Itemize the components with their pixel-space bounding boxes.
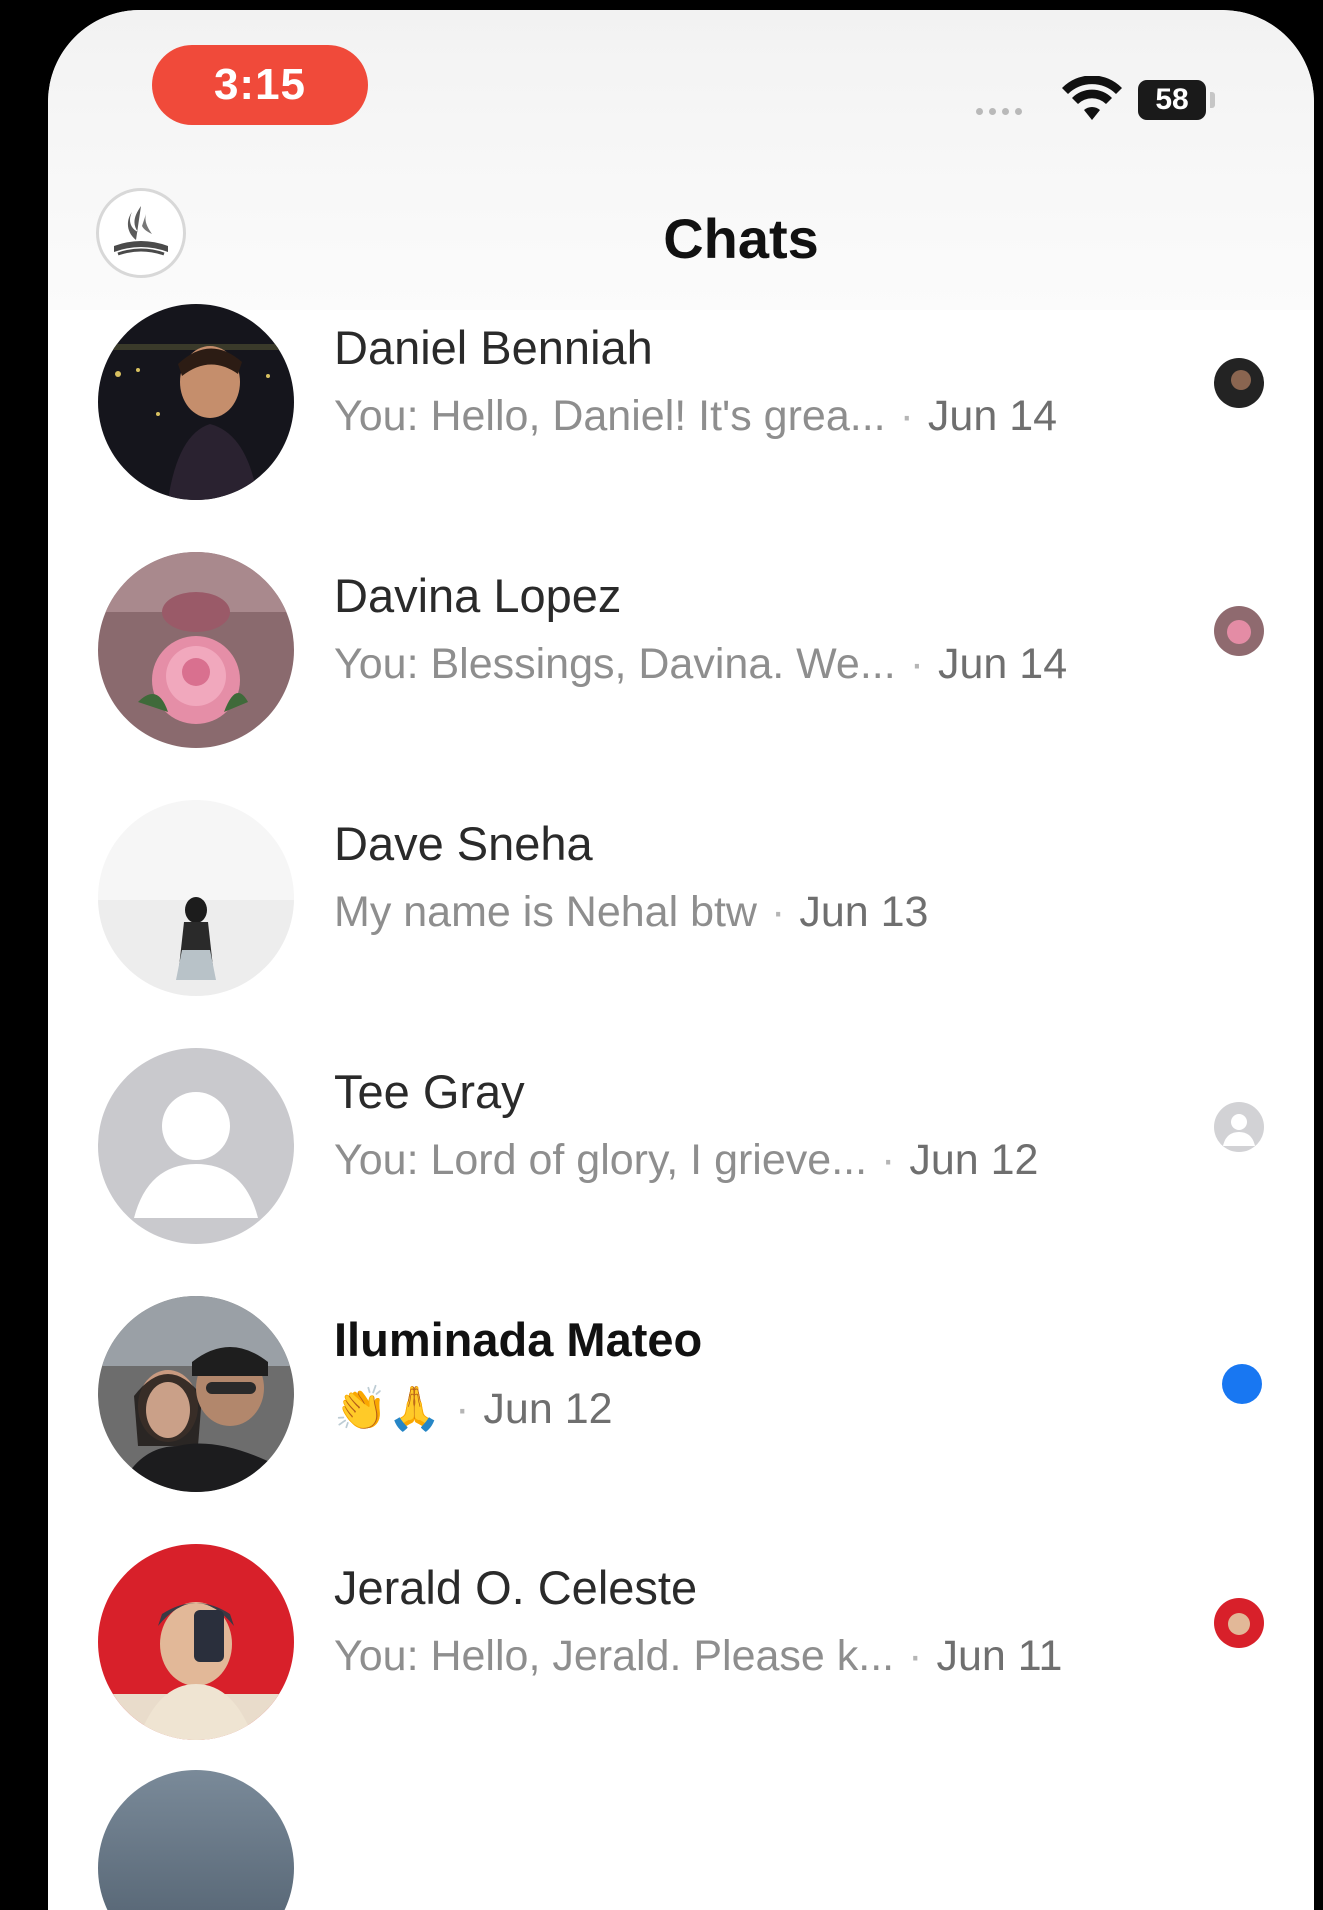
status-time[interactable]: 3:15 [152, 45, 368, 125]
avatar [98, 800, 294, 996]
chat-row-iluminada-mateo[interactable]: Iluminada Mateo 👏🙏 · Jun 12 [48, 1296, 1314, 1550]
default-avatar-icon [98, 1048, 294, 1244]
separator-dot: · [455, 1385, 470, 1433]
chat-row-dave-sneha[interactable]: Dave Sneha My name is Nehal btw · Jun 13 [48, 800, 1314, 1054]
phone-screen: 3:15 58 Chats Daniel Benniah You: Hello,… [48, 10, 1314, 1910]
chat-name: Iluminada Mateo [334, 1313, 703, 1366]
chat-date: Jun 11 [936, 1632, 1063, 1680]
chat-message: You: Hello, Daniel! It's grea... [334, 392, 886, 440]
separator-dot: · [771, 888, 786, 936]
chat-message: You: Hello, Jerald. Please k... [334, 1632, 895, 1680]
wifi-icon [1062, 76, 1122, 120]
chat-message: You: Blessings, Davina. We... [334, 640, 896, 688]
chat-row-davina-lopez[interactable]: Davina Lopez You: Blessings, Davina. We.… [48, 552, 1314, 806]
chat-preview: My name is Nehal btw · Jun 13 [334, 888, 928, 937]
chat-preview: 👏🙏 · Jun 12 [334, 1384, 613, 1434]
separator-dot: · [881, 1136, 896, 1184]
chat-name: Dave Sneha [334, 817, 593, 870]
read-receipt-avatar [1214, 358, 1264, 408]
battery-nub [1210, 92, 1215, 108]
signal-dots-icon [976, 108, 1022, 115]
chat-message: My name is Nehal btw [334, 888, 757, 936]
read-receipt-avatar [1214, 1102, 1264, 1152]
chat-preview: You: Blessings, Davina. We... · Jun 14 [334, 640, 1067, 689]
chat-preview: You: Hello, Jerald. Please k... · Jun 11 [334, 1632, 1062, 1681]
battery-icon: 58 [1138, 80, 1206, 120]
avatar [98, 1544, 294, 1740]
chat-date: Jun 14 [927, 392, 1058, 440]
chat-date: Jun 12 [909, 1136, 1039, 1184]
chat-date: Jun 13 [799, 888, 929, 936]
chat-message: 👏🙏 [334, 1385, 442, 1433]
chat-date: Jun 14 [938, 640, 1068, 688]
chat-row-tee-gray[interactable]: Tee Gray You: Lord of glory, I grieve...… [48, 1048, 1314, 1302]
separator-dot: · [908, 1632, 923, 1680]
chat-row-daniel-benniah[interactable]: Daniel Benniah You: Hello, Daniel! It's … [48, 304, 1314, 558]
chat-row-jerald-o-celeste[interactable]: Jerald O. Celeste You: Hello, Jerald. Pl… [48, 1544, 1314, 1798]
avatar [98, 304, 294, 500]
chat-date: Jun 12 [483, 1385, 613, 1433]
chat-name: Davina Lopez [334, 569, 622, 622]
avatar [98, 1296, 294, 1492]
chat-name: Tee Gray [334, 1065, 525, 1118]
unread-indicator [1222, 1364, 1262, 1404]
read-receipt-avatar [1214, 606, 1264, 656]
chat-message: You: Lord of glory, I grieve... [334, 1136, 868, 1184]
chat-name: Daniel Benniah [334, 321, 653, 374]
chat-preview: You: Lord of glory, I grieve... · Jun 12 [334, 1136, 1038, 1185]
chat-preview: You: Hello, Daniel! It's grea... · Jun 1… [334, 392, 1057, 441]
separator-dot: · [899, 392, 914, 440]
status-bar: 3:15 58 Chats [48, 10, 1314, 310]
separator-dot: · [909, 640, 925, 688]
page-title: Chats [663, 207, 819, 270]
chat-name: Jerald O. Celeste [334, 1561, 698, 1614]
read-receipt-avatar [1214, 1598, 1264, 1648]
avatar [98, 552, 294, 748]
